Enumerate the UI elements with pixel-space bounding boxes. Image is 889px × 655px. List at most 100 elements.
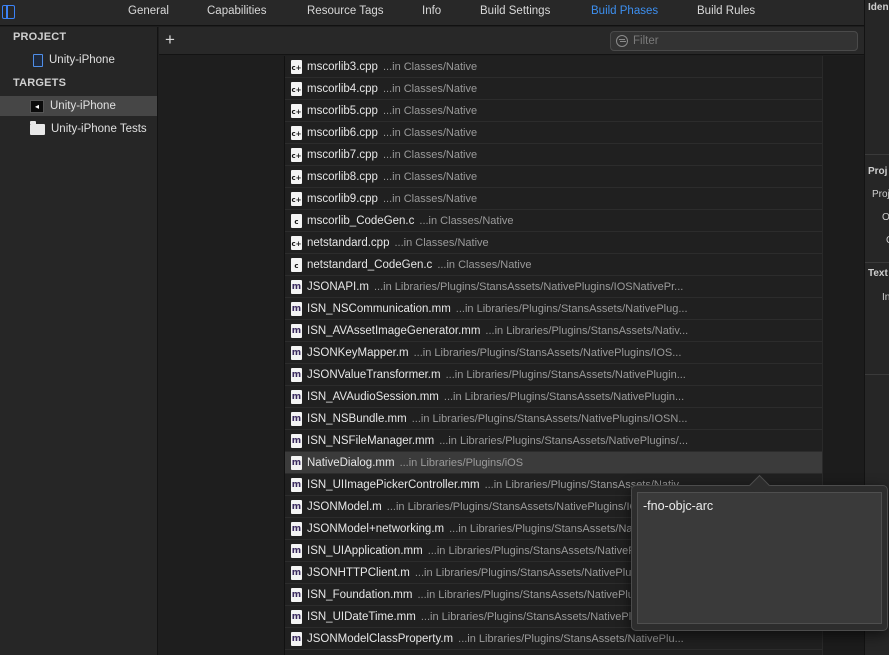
file-name: ISN_UIApplication.mm: [307, 544, 423, 557]
objc-file-icon: m: [291, 279, 302, 294]
targets-sidebar: PROJECT Unity-iPhone TARGETS ◂ Unity-iPh…: [0, 27, 158, 655]
file-row[interactable]: m ISN_AVAudioSession.mm ...in Libraries/Pl…: [285, 386, 822, 408]
inspector-divider: [865, 374, 889, 375]
sidebar-item-project[interactable]: Unity-iPhone: [0, 50, 157, 70]
navigator-toggle-icon[interactable]: [2, 5, 15, 19]
file-row[interactable]: c+ mscorlib5.cpp ...in Classes/Native: [285, 100, 822, 122]
sidebar-item-target-unity-iphone-tests[interactable]: Unity-iPhone Tests: [0, 119, 157, 139]
cpp-file-icon: c+: [291, 147, 302, 162]
file-path: ...in Classes/Native: [382, 148, 478, 161]
file-row[interactable]: c+ mscorlib7.cpp ...in Classes/Native: [285, 144, 822, 166]
file-row[interactable]: m JSONAPI.m ...in Libraries/Plugins/StansA…: [285, 276, 822, 298]
inspector-label: Proj: [868, 166, 888, 177]
compiler-flags-field[interactable]: -fno-objc-arc: [637, 492, 882, 624]
inspector-label: Iden: [868, 2, 889, 13]
file-name: mscorlib3.cpp: [307, 60, 378, 73]
cpp-file-icon: c+: [291, 235, 302, 250]
test-bundle-icon: [30, 120, 45, 135]
file-row[interactable]: c+ netstandard.cpp ...in Classes/Native: [285, 232, 822, 254]
file-row[interactable]: m ISN_NSBundle.mm ...in Libraries/Plugins/…: [285, 408, 822, 430]
filter-field[interactable]: [610, 31, 858, 51]
file-path: ...in Libraries/Plugins/StansAssets/Nati…: [443, 390, 685, 403]
tab-resource-tags[interactable]: Resource Tags: [307, 5, 384, 17]
sidebar-item-label: Unity-iPhone: [49, 54, 115, 66]
objc-file-icon: m: [291, 301, 302, 316]
inspector-label: In: [882, 292, 889, 303]
objc-file-icon: m: [291, 587, 302, 602]
file-path: ...in Libraries/Plugins/StansAssets/Nati…: [439, 434, 689, 447]
file-row[interactable]: c+ mscorlib3.cpp ...in Classes/Native: [285, 56, 822, 78]
project-file-icon: [33, 53, 43, 67]
objc-file-icon: m: [291, 499, 302, 514]
file-name: mscorlib7.cpp: [307, 148, 378, 161]
file-row[interactable]: c+ mscorlib9.cpp ...in Classes/Native: [285, 188, 822, 210]
cpp-file-icon: c+: [291, 125, 302, 140]
file-path: ...in Classes/Native: [382, 192, 478, 205]
tab-build-phases[interactable]: Build Phases: [591, 5, 658, 17]
inspector-label: Text: [868, 268, 888, 279]
file-row[interactable]: m JSONModelClassProperty.m ...in Libraries…: [285, 628, 822, 650]
file-row[interactable]: c+ mscorlib8.cpp ...in Classes/Native: [285, 166, 822, 188]
objc-file-icon: m: [291, 609, 302, 624]
file-row[interactable]: m ISN_NSCommunication.mm ...in Libraries/P…: [285, 298, 822, 320]
inspector-divider: [865, 154, 889, 155]
file-path: ...in Libraries/Plugins/StansAssets/Nati…: [458, 632, 684, 645]
file-name: JSONAPI.m: [307, 280, 369, 293]
file-row[interactable]: c+ mscorlib6.cpp ...in Classes/Native: [285, 122, 822, 144]
file-row[interactable]: c mscorlib_CodeGen.c ...in Classes/Native: [285, 210, 822, 232]
file-path: ...in Classes/Native: [382, 60, 478, 73]
objc-file-icon: m: [291, 323, 302, 338]
objc-file-icon: m: [291, 455, 302, 470]
file-name: ISN_NSFileManager.mm: [307, 434, 435, 447]
file-name: JSONModelClassProperty.m: [307, 632, 454, 645]
file-name: NativeDialog.mm: [307, 456, 395, 469]
file-name: ISN_UIDateTime.mm: [307, 610, 416, 623]
cpp-file-icon: c+: [291, 169, 302, 184]
file-name: mscorlib_CodeGen.c: [307, 214, 415, 227]
file-name: ISN_NSBundle.mm: [307, 412, 407, 425]
file-row[interactable]: m ISN_AVAssetImageGenerator.mm ...in Libra…: [285, 320, 822, 342]
objc-file-icon: m: [291, 389, 302, 404]
file-name: ISN_AVAudioSession.mm: [307, 390, 439, 403]
sidebar-item-label: Unity-iPhone: [50, 100, 116, 112]
file-path: ...in Classes/Native: [419, 214, 514, 227]
filter-icon: [616, 35, 628, 47]
file-name: netstandard_CodeGen.c: [307, 258, 433, 271]
cpp-file-icon: c+: [291, 81, 302, 96]
file-name: ISN_AVAssetImageGenerator.mm: [307, 324, 481, 337]
compiler-flags-popover: -fno-objc-arc: [631, 485, 888, 631]
file-row[interactable]: c netstandard_CodeGen.c ...in Classes/Nati…: [285, 254, 822, 276]
tab-build-settings[interactable]: Build Settings: [480, 5, 550, 17]
objc-file-icon: m: [291, 543, 302, 558]
file-name: JSONValueTransformer.m: [307, 368, 441, 381]
file-name: mscorlib8.cpp: [307, 170, 378, 183]
objc-file-icon: m: [291, 367, 302, 382]
inspector-label: O: [882, 212, 889, 223]
cpp-file-icon: c+: [291, 59, 302, 74]
file-path: ...in Classes/Native: [382, 104, 478, 117]
file-path: ...in Libraries/Plugins/StansAssets/Nati…: [445, 368, 686, 381]
tab-info[interactable]: Info: [422, 5, 441, 17]
objc-file-icon: m: [291, 345, 302, 360]
inspector-divider: [865, 262, 889, 263]
file-row[interactable]: c+ mscorlib4.cpp ...in Classes/Native: [285, 78, 822, 100]
file-row[interactable]: m ISN_NSFileManager.mm ...in Libraries/Plu…: [285, 430, 822, 452]
add-build-phase-button[interactable]: +: [165, 30, 175, 50]
file-path: ...in Libraries/Plugins/iOS: [399, 456, 524, 469]
c-file-icon: c: [291, 213, 302, 228]
file-name: mscorlib5.cpp: [307, 104, 378, 117]
file-path: ...in Libraries/Plugins/StansAssets/Nati…: [373, 280, 684, 293]
file-row[interactable]: m NativeDialog.mm ...in Libraries/Plugins/…: [285, 452, 822, 474]
file-row[interactable]: m JSONKeyMapper.m ...in Libraries/Plugins/…: [285, 342, 822, 364]
tab-general[interactable]: General: [128, 5, 169, 17]
c-file-icon: c: [291, 257, 302, 272]
tab-build-rules[interactable]: Build Rules: [697, 5, 755, 17]
objc-file-icon: m: [291, 631, 302, 646]
file-row[interactable]: m JSONValueTransformer.m ...in Libraries/P…: [285, 364, 822, 386]
tab-capabilities[interactable]: Capabilities: [207, 5, 266, 17]
sidebar-item-target-unity-iphone[interactable]: ◂ Unity-iPhone: [0, 96, 157, 116]
filter-input[interactable]: [633, 35, 843, 47]
file-name: netstandard.cpp: [307, 236, 390, 249]
file-path: ...in Classes/Native: [437, 258, 532, 271]
sidebar-item-label: Unity-iPhone Tests: [51, 123, 147, 135]
